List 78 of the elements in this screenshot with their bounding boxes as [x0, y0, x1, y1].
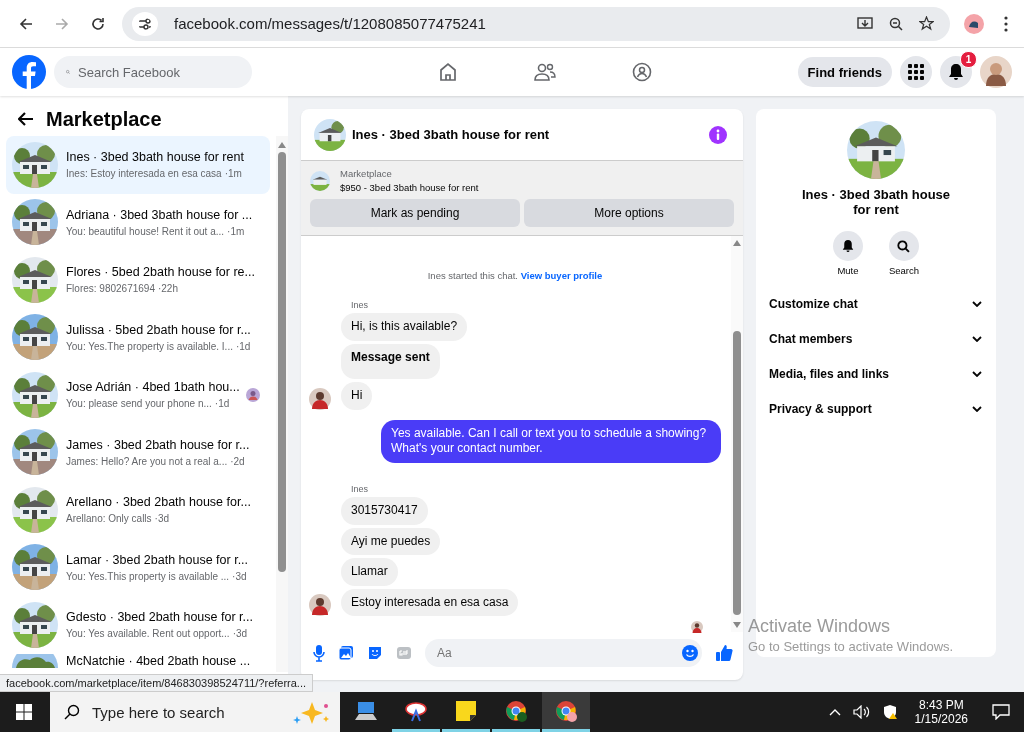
- clock-time: 8:43 PM: [918, 698, 964, 712]
- message-bubble: Ayi me puedes: [341, 527, 441, 556]
- taskbar-search-field[interactable]: Type here to search: [90, 702, 282, 722]
- message-time: ·1m: [227, 225, 245, 237]
- notification-badge: 1: [960, 51, 977, 68]
- conversation-title: Ines · 3bed 3bath house for rent: [66, 150, 245, 165]
- conversation-item[interactable]: Ines · 3bed 3bath house for rent Ines: Estoy interesada en esa casa ·1m: [6, 136, 270, 194]
- listing-action-button[interactable]: Mark as pending: [310, 199, 520, 227]
- message-preview: You: Yes available. Rent out opport...: [66, 628, 230, 640]
- conversation-item[interactable]: Arellano · 3bed 2bath house for... Arellano: Only calls ·3d: [6, 481, 270, 539]
- section-header[interactable]: Chat members: [756, 321, 996, 356]
- conversation-title: Adriana · 3bed 3bath house for ...: [66, 207, 254, 222]
- sidebar-title: Marketplace: [46, 107, 162, 131]
- message-preview: Ines: Estoy interesada en esa casa: [66, 168, 222, 180]
- conversation-name: Ines · 3bed 3bath house for rent: [800, 187, 952, 217]
- conversation-title: James · 3bed 2bath house for r...: [66, 437, 251, 452]
- message-preview: You: Yes.This property is available ...: [66, 570, 230, 582]
- clock-date: 1/15/2026: [914, 712, 968, 726]
- search-field[interactable]: Search Facebook: [76, 63, 240, 81]
- conversation-title: Julissa · 5bed 2bath house for r...: [66, 322, 252, 337]
- activation-message: Go to Settings to activate Windows.: [748, 639, 954, 654]
- address-bar[interactable]: facebook.com/messages/t/1208085077475241: [122, 6, 950, 41]
- chat-start-note: Ines started this chat. View buyer profile: [427, 270, 603, 281]
- message-bubble: Hi, is this available?: [341, 313, 468, 341]
- link-status-bar: facebook.com/marketplace/item/846830398524711/?referra...: [0, 674, 314, 692]
- message-preview: Arellano: Only calls: [66, 513, 152, 525]
- message-bubble: Yes available. Can I call or text you to schedule a showing? What's your contact number.: [381, 419, 721, 463]
- listing-action-button[interactable]: More options: [524, 199, 734, 227]
- message-bubble: Llamar: [341, 558, 398, 586]
- conversation-item[interactable]: Adriana · 3bed 3bath house for ... You: beautiful house! Rent it out a... ·1m: [6, 193, 270, 251]
- sender-name: Ines: [351, 483, 368, 494]
- conversation-item[interactable]: McNatchie · 4bed 2bath house ...: [6, 653, 270, 672]
- section-header[interactable]: Customize chat: [756, 286, 996, 321]
- chat-title: Ines · 3bed 3bath house for rent: [352, 127, 551, 142]
- conversation-title: Gdesto · 3bed 2bath house for r...: [66, 610, 254, 625]
- message-time: ·1d: [235, 340, 251, 352]
- conversation-title: Jose Adrián · 4bed 1bath hou...: [66, 380, 238, 395]
- message-input[interactable]: Aa: [435, 645, 682, 661]
- conversation-title: Arellano · 3bed 2bath house for...: [66, 495, 252, 510]
- conversation-item[interactable]: Gdesto · 3bed 2bath house for r... You: Yes available. Rent out opport... ·3d: [6, 596, 270, 654]
- action-label: Search: [888, 265, 920, 276]
- message-bubble: Estoy interesada en esa casa: [341, 588, 519, 617]
- conversation-item[interactable]: Flores · 5bed 2bath house for re... Flores: 9802671694 ·22h: [6, 251, 270, 309]
- message-bubble: Hi: [341, 382, 373, 410]
- conversation-title: Lamar · 3bed 2bath house for r...: [66, 552, 250, 567]
- message-preview: You: please send your phone n...: [66, 398, 212, 410]
- conversation-title: McNatchie · 4bed 2bath house ...: [66, 653, 252, 668]
- message-bubble: Message sent: [341, 343, 440, 380]
- section-header[interactable]: Privacy & support: [756, 391, 996, 426]
- message-preview: Flores: 9802671694: [66, 283, 155, 295]
- action-label: Mute: [837, 265, 859, 276]
- listing-label: Marketplace: [340, 168, 393, 179]
- taskbar-search-field[interactable]: Type here to search: [50, 692, 340, 732]
- message-time: ·2d: [230, 455, 245, 467]
- buyer-profile-link[interactable]: View buyer profile: [520, 270, 603, 281]
- url-text: facebook.com/messages/t/1208085077475241: [174, 15, 487, 32]
- message-time: ·3d: [154, 513, 170, 525]
- section-header[interactable]: Media, files and links: [756, 356, 996, 391]
- conversation-item[interactable]: Jose Adrián · 4bed 1bath hou... You: please send your phone n... ·1d: [6, 366, 270, 424]
- search-field[interactable]: Search Facebook: [54, 56, 252, 88]
- message-time: ·22h: [157, 283, 178, 295]
- message-time: ·1d: [214, 398, 230, 410]
- conversation-item[interactable]: Lamar · 3bed 2bath house for r... You: Yes.This property is available ... ·3d: [6, 538, 270, 596]
- conversation-item[interactable]: James · 3bed 2bath house for r... James: Hello? Are you not a real a... ·2d: [6, 423, 270, 481]
- message-preview: James: Hello? Are you not a real a...: [66, 455, 228, 467]
- listing-title: $950 - 3bed 3bath house for rent: [340, 182, 479, 193]
- conversation-item[interactable]: Julissa · 5bed 2bath house for r... You: Yes.The property is available. I... ·1d: [6, 308, 270, 366]
- message-input[interactable]: Aa: [425, 639, 702, 667]
- message-bubble: 3015730417: [341, 496, 428, 525]
- message-preview: You: Yes.The property is available. I...: [66, 340, 233, 352]
- activation-title: Activate Windows: [748, 616, 892, 637]
- find-friends-button[interactable]: Find friends: [797, 57, 892, 87]
- conversation-title: Flores · 5bed 2bath house for re...: [66, 265, 256, 280]
- message-time: ·1m: [224, 168, 242, 180]
- message-time: ·3d: [232, 570, 247, 582]
- message-time: ·3d: [232, 628, 248, 640]
- message-preview: You: beautiful house! Rent it out a...: [66, 225, 225, 237]
- sender-name: Ines: [351, 300, 368, 310]
